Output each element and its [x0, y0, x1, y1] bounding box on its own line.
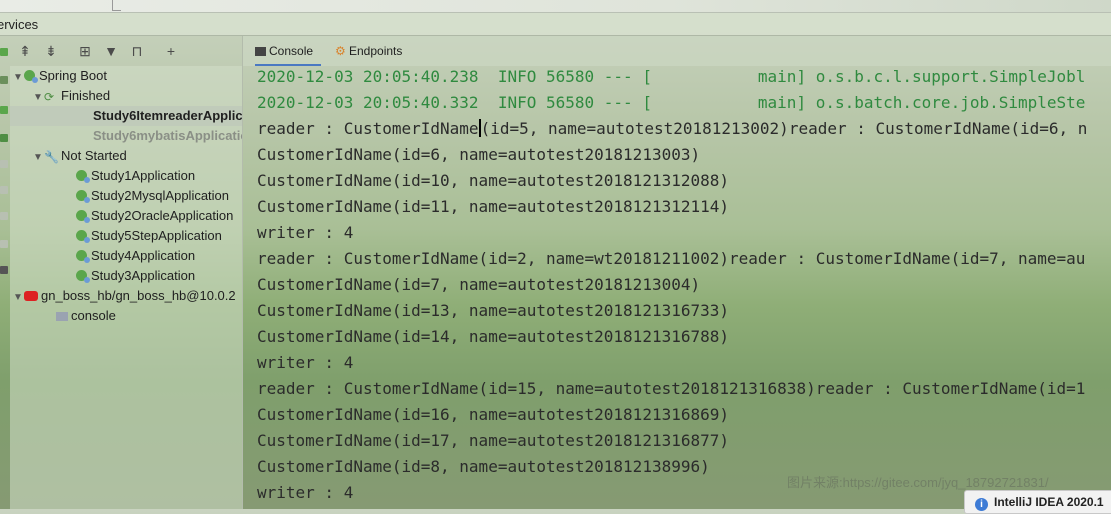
- new-tab-icon[interactable]: ⊓: [128, 42, 146, 60]
- log-line: CustomerIdName(id=8, name=autotest201812…: [257, 457, 710, 476]
- debug-icon[interactable]: [0, 106, 8, 114]
- filter-icon[interactable]: ▼: [102, 42, 120, 60]
- collapse-all-icon[interactable]: ⇟: [42, 42, 60, 60]
- tree-item-study2oracle[interactable]: Study2OracleApplication: [76, 206, 233, 226]
- tree-node-database[interactable]: ▼ gn_boss_hb/gn_boss_hb@10.0.2: [12, 286, 236, 306]
- wrench-icon: 🔧: [44, 150, 59, 164]
- ide-notification[interactable]: i IntelliJ IDEA 2020.1: [964, 490, 1111, 514]
- console-icon: [255, 47, 266, 56]
- chevron-down-icon[interactable]: ▼: [12, 288, 24, 308]
- info-icon: i: [975, 498, 988, 511]
- rerun-icon[interactable]: [0, 76, 8, 84]
- log-line: writer : 4: [257, 223, 354, 242]
- tree-item-label: Study3Application: [91, 268, 196, 283]
- tree-item-study6mybatis[interactable]: Study6mybatisApplicatio: [10, 126, 242, 146]
- editor-edge-mark: [112, 0, 121, 11]
- run-icon[interactable]: [0, 48, 8, 56]
- expand-all-icon[interactable]: ⇞: [16, 42, 34, 60]
- add-service-icon[interactable]: +: [162, 42, 180, 60]
- tree-item-db-console[interactable]: console: [56, 306, 116, 326]
- console-icon: [56, 312, 68, 321]
- tree-item-label: console: [71, 308, 116, 323]
- refresh-icon: ⟳: [44, 90, 55, 104]
- log-line: CustomerIdName(id=6, name=autotest201812…: [257, 145, 701, 164]
- chevron-down-icon[interactable]: ▼: [32, 148, 44, 168]
- tree-item-study3[interactable]: Study3Application: [76, 266, 195, 286]
- spring-app-icon: [76, 270, 90, 283]
- tree-item-label: Study4Application: [91, 248, 196, 263]
- tree-item-label: Study6ItemreaderApplic: [93, 108, 242, 123]
- tree-item-study1[interactable]: Study1Application: [76, 166, 195, 186]
- services-title: ervices: [0, 17, 39, 32]
- spring-app-icon: [76, 170, 90, 183]
- spring-app-icon: [76, 250, 90, 263]
- tree-node-label: Finished: [61, 88, 111, 103]
- log-line: CustomerIdName(id=10, name=autotest20181…: [257, 171, 730, 190]
- tree-item-study6itemreader[interactable]: Study6ItemreaderApplic: [10, 106, 242, 126]
- log-line: CustomerIdName(id=17, name=autotest20181…: [257, 431, 730, 450]
- stop-icon[interactable]: [0, 134, 8, 142]
- log-line-rest: (id=5, name=autotest20181213002)reader :…: [480, 119, 1088, 138]
- log-line-prefix: reader : CustomerIdName: [257, 119, 479, 138]
- chevron-down-icon[interactable]: ▼: [12, 68, 24, 88]
- layout-icon[interactable]: [0, 240, 8, 248]
- tab-console[interactable]: Console: [255, 36, 322, 66]
- tree-item-label: Study6mybatisApplicatio: [93, 128, 242, 143]
- log-line: CustomerIdName(id=16, name=autotest20181…: [257, 405, 730, 424]
- tree-item-label: Study2MysqlApplication: [91, 188, 230, 203]
- tab-label: Console: [269, 44, 314, 58]
- tab-endpoints[interactable]: ⚙ Endpoints: [335, 36, 410, 66]
- more-icon[interactable]: [0, 266, 8, 274]
- services-title-bar: ervices: [0, 13, 1111, 36]
- services-tree: ▼ Spring Boot ▼⟳ Finished Study6Itemreader…: [10, 66, 242, 509]
- settings-icon[interactable]: [0, 186, 8, 194]
- tree-item-study2mysql[interactable]: Study2MysqlApplication: [76, 186, 229, 206]
- oracle-db-icon: [24, 291, 38, 301]
- tree-node-spring-boot[interactable]: ▼ Spring Boot: [12, 66, 107, 86]
- notification-text: IntelliJ IDEA 2020.1: [994, 495, 1104, 509]
- source-watermark: 图片来源:https://gitee.com/jyq_18792721831/: [787, 475, 1049, 490]
- log-line: reader : CustomerIdName(id=2, name=wt201…: [257, 249, 1086, 268]
- log-line: 2020-12-03 20:05:40.238 INFO 56580 --- […: [257, 67, 1086, 86]
- log-line: writer : 4: [257, 353, 354, 372]
- spring-boot-icon: [24, 70, 38, 83]
- log-line: reader : CustomerIdName(id=15, name=auto…: [257, 379, 1086, 398]
- log-line: CustomerIdName(id=14, name=autotest20181…: [257, 327, 730, 346]
- tree-item-label: Study1Application: [91, 168, 196, 183]
- tab-label: Endpoints: [349, 44, 403, 58]
- services-toolbar: ⇞ ⇟ ⊞ ▼ ⊓ +: [10, 36, 242, 66]
- log-line: writer : 4: [257, 483, 354, 502]
- spring-app-icon: [76, 230, 90, 243]
- log-line: reader : CustomerIdName (id=5, name=autot…: [257, 116, 1087, 142]
- pause-icon[interactable]: [0, 160, 8, 168]
- pin-icon[interactable]: [0, 212, 8, 220]
- spring-app-icon: [76, 190, 90, 203]
- tree-node-not-started[interactable]: ▼🔧 Not Started: [32, 146, 127, 166]
- log-line: CustomerIdName(id=11, name=autotest20181…: [257, 197, 730, 216]
- tree-node-finished[interactable]: ▼⟳ Finished: [32, 86, 110, 106]
- tree-item-label: Study2OracleApplication: [91, 208, 234, 223]
- tab-bar: Console ⚙ Endpoints: [243, 36, 1111, 66]
- left-tool-strip: [0, 36, 10, 509]
- endpoints-icon: ⚙: [335, 44, 346, 58]
- spring-app-icon: [76, 210, 90, 223]
- chevron-down-icon[interactable]: ▼: [32, 88, 44, 108]
- log-line: CustomerIdName(id=7, name=autotest201812…: [257, 275, 701, 294]
- console-output[interactable]: 2020-12-03 20:05:40.238 INFO 56580 --- […: [243, 66, 1111, 509]
- tree-item-study5step[interactable]: Study5StepApplication: [76, 226, 222, 246]
- tree-node-label: Not Started: [61, 148, 127, 163]
- log-line: CustomerIdName(id=13, name=autotest20181…: [257, 301, 730, 320]
- tree-node-label: gn_boss_hb/gn_boss_hb@10.0.2: [41, 288, 236, 303]
- tree-item-label: Study5StepApplication: [91, 228, 222, 243]
- log-line: 2020-12-03 20:05:40.332 INFO 56580 --- […: [257, 93, 1086, 112]
- group-by-icon[interactable]: ⊞: [76, 42, 94, 60]
- tree-item-study4[interactable]: Study4Application: [76, 246, 195, 266]
- tree-node-label: Spring Boot: [39, 68, 107, 83]
- editor-top-strip: [0, 0, 1111, 13]
